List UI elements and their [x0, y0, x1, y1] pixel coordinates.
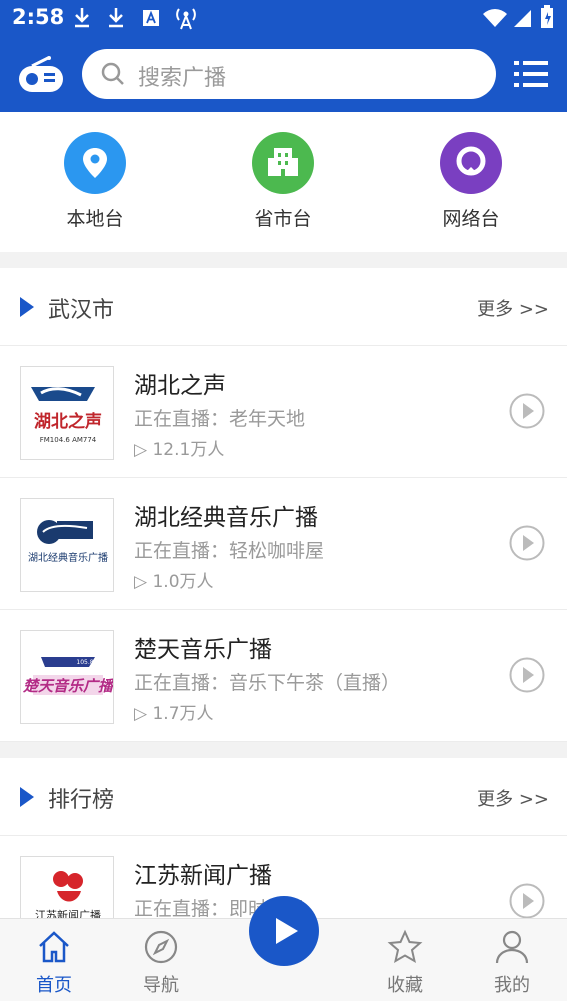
globe-signal-icon: [440, 132, 502, 194]
tab-home[interactable]: 首页: [14, 929, 94, 997]
section-title: 武汉市: [48, 298, 115, 323]
station-name: 江苏新闻广播: [134, 863, 272, 889]
status-bar: 2:58: [0, 0, 567, 36]
station-row[interactable]: 105.8 楚天音乐广播 楚天音乐广播 正在直播：音乐下午茶（直播） ▷ 1.7…: [0, 610, 567, 742]
listener-count: ▷ 1.7万人: [134, 704, 214, 724]
section-divider: [0, 742, 567, 758]
triangle-marker-icon: [20, 297, 34, 317]
listener-count: ▷ 12.1万人: [134, 440, 225, 460]
now-playing: 正在直播：老年天地: [134, 408, 306, 430]
home-icon: [39, 931, 69, 963]
section-title: 排行榜: [48, 788, 115, 813]
svg-text:湖北经典音乐广播: 湖北经典音乐广播: [28, 551, 108, 564]
category-label: 网络台: [442, 208, 500, 230]
more-link[interactable]: 更多 >>: [477, 785, 549, 811]
category-province[interactable]: 省市台: [223, 132, 343, 231]
now-playing: 正在直播：音乐下午茶（直播）: [134, 672, 401, 694]
font-notification-icon: [143, 10, 159, 26]
station-row[interactable]: 湖北之声 FM104.6 AM774 湖北之声 正在直播：老年天地 ▷ 12.1…: [0, 346, 567, 478]
status-time: 2:58: [12, 5, 65, 29]
tab-profile[interactable]: 我的: [472, 929, 552, 997]
tab-favorites[interactable]: 收藏: [365, 929, 445, 997]
tab-navigation[interactable]: 导航: [121, 929, 201, 997]
search-icon: [100, 61, 126, 91]
station-logo: 105.8 楚天音乐广播: [20, 630, 114, 724]
tab-label: 收藏: [387, 975, 423, 996]
play-icon: [276, 918, 298, 944]
station-name: 湖北经典音乐广播: [134, 505, 318, 531]
download-icon: [109, 8, 123, 28]
play-circle-icon[interactable]: [509, 393, 545, 429]
category-shortcuts: 本地台 省市台 网络台: [0, 112, 567, 252]
now-playing: 正在直播：轻松咖啡屋: [134, 540, 325, 562]
center-play-button[interactable]: [249, 896, 319, 966]
category-local[interactable]: 本地台: [35, 132, 155, 231]
svg-text:FM104.6 AM774: FM104.6 AM774: [40, 436, 97, 444]
station-row[interactable]: 湖北经典音乐广播 湖北经典音乐广播 正在直播：轻松咖啡屋 ▷ 1.0万人: [0, 478, 567, 610]
play-circle-icon[interactable]: [509, 657, 545, 693]
download-icon: [75, 8, 89, 28]
listener-count: ▷ 1.0万人: [134, 572, 214, 592]
tab-label: 我的: [494, 975, 530, 996]
menu-list-icon[interactable]: [514, 60, 548, 88]
station-logo: 湖北经典音乐广播: [20, 498, 114, 592]
category-label: 省市台: [254, 208, 312, 230]
header: 搜索广播: [0, 36, 567, 112]
star-icon: [387, 929, 423, 964]
battery-icon: [541, 5, 553, 28]
compass-icon: [144, 930, 178, 964]
tab-label: 导航: [143, 975, 179, 996]
station-logo: 湖北之声 FM104.6 AM774: [20, 366, 114, 460]
triangle-marker-icon: [20, 787, 34, 807]
play-circle-icon[interactable]: [509, 883, 545, 919]
station-name: 楚天音乐广播: [134, 637, 272, 663]
svg-text:105.8: 105.8: [76, 659, 93, 666]
tab-label: 首页: [36, 975, 72, 996]
svg-text:楚天音乐广播: 楚天音乐广播: [22, 677, 114, 695]
station-name: 湖北之声: [134, 373, 226, 399]
category-network[interactable]: 网络台: [411, 132, 531, 231]
location-pin-icon: [64, 132, 126, 194]
play-circle-icon[interactable]: [509, 525, 545, 561]
building-icon: [252, 132, 314, 194]
cell-signal-icon: [514, 10, 531, 27]
user-icon: [495, 930, 529, 964]
section-header-ranking: 排行榜 更多 >>: [0, 758, 567, 836]
wifi-icon: [483, 9, 507, 27]
category-label: 本地台: [66, 208, 124, 230]
svg-text:湖北之声: 湖北之声: [34, 411, 102, 432]
more-link[interactable]: 更多 >>: [477, 295, 549, 321]
section-header-wuhan: 武汉市 更多 >>: [0, 268, 567, 346]
radio-logo-icon[interactable]: [18, 56, 64, 94]
search-placeholder: 搜索广播: [138, 66, 227, 91]
section-divider: [0, 252, 567, 268]
search-bar[interactable]: 搜索广播: [82, 49, 496, 99]
antenna-icon: [176, 8, 196, 30]
